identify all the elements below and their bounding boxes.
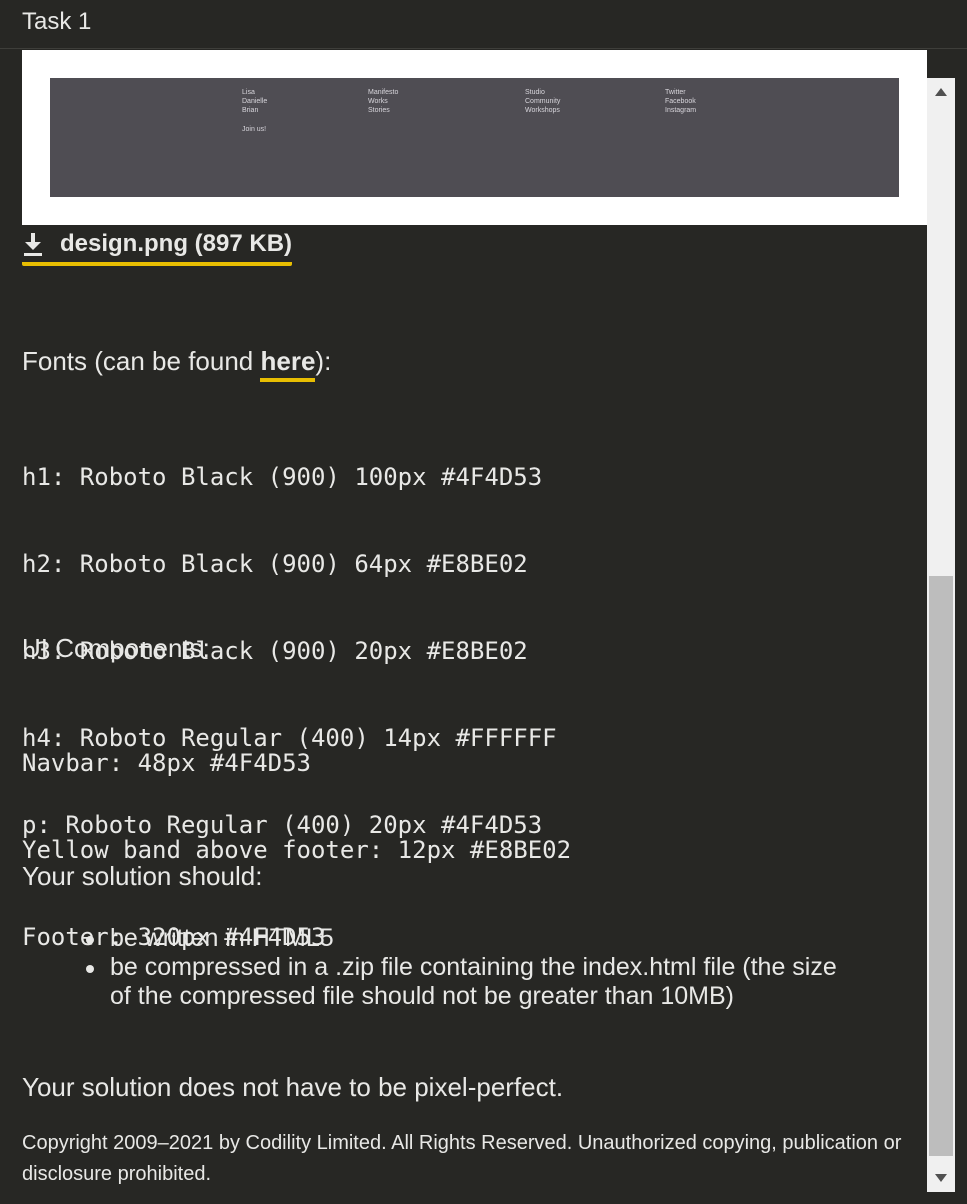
- design-preview-footer: Lisa Danielle Brian Join us! Manifesto W…: [50, 78, 899, 197]
- preview-footer-link: Instagram: [665, 107, 697, 114]
- preview-footer-link: Twitter: [665, 89, 686, 96]
- design-preview: Lisa Danielle Brian Join us! Manifesto W…: [22, 50, 927, 225]
- preview-footer-link: Studio: [525, 89, 545, 96]
- fonts-heading: Fonts (can be found here):: [22, 346, 332, 382]
- preview-footer-link: Works: [368, 98, 388, 105]
- download-label: design.png (897 KB): [60, 230, 293, 257]
- fonts-link[interactable]: here: [260, 346, 316, 382]
- preview-footer-column: Manifesto Works Stories: [368, 88, 398, 115]
- font-spec-line: h1: Roboto Black (900) 100px #4F4D53: [22, 463, 543, 491]
- preview-footer-link: Workshops: [525, 107, 560, 114]
- scrollbar-thumb[interactable]: [929, 576, 953, 1156]
- preview-footer-column: Twitter Facebook Instagram: [665, 88, 696, 115]
- preview-footer-link: Stories: [368, 107, 390, 114]
- preview-footer-link: Brian: [242, 107, 259, 114]
- component-spec-line: Navbar: 48px #4F4D53: [22, 749, 311, 777]
- preview-footer-link: Danielle: [242, 98, 268, 105]
- preview-footer-link: Manifesto: [368, 89, 399, 96]
- pixel-perfect-note: Your solution does not have to be pixel-…: [22, 1072, 564, 1102]
- list-item: be compressed in a .zip file containing …: [86, 953, 846, 1011]
- fonts-heading-text: Fonts (can be found: [22, 346, 261, 376]
- task-title: Task 1: [22, 8, 92, 35]
- solution-requirements: be written in HTML5 be compressed in a .…: [86, 924, 846, 1011]
- font-spec-line: h2: Roboto Black (900) 64px #E8BE02: [22, 550, 528, 578]
- preview-footer-link: Community: [525, 98, 561, 105]
- task-header: Task 1: [0, 0, 967, 49]
- download-icon: [22, 231, 44, 257]
- preview-footer-column: Lisa Danielle Brian Join us!: [242, 88, 267, 134]
- scroll-down-arrow-icon[interactable]: [927, 1164, 955, 1192]
- solution-heading: Your solution should:: [22, 861, 263, 891]
- scroll-up-arrow-icon[interactable]: [927, 78, 955, 106]
- components-heading: UI Components:: [22, 633, 210, 663]
- preview-footer-column: Studio Community Workshops: [525, 88, 560, 115]
- download-link[interactable]: design.png (897 KB): [22, 230, 293, 266]
- vertical-scrollbar[interactable]: [927, 78, 955, 1192]
- copyright-notice: Copyright 2009–2021 by Codility Limited.…: [22, 1132, 902, 1185]
- preview-footer-link: Lisa: [242, 89, 255, 96]
- preview-footer-link: Facebook: [665, 98, 696, 105]
- fonts-heading-suffix: ):: [315, 346, 332, 376]
- task-description: Lisa Danielle Brian Join us! Manifesto W…: [0, 50, 927, 1204]
- list-item: be written in HTML5: [86, 924, 846, 953]
- preview-footer-join: Join us!: [242, 126, 267, 133]
